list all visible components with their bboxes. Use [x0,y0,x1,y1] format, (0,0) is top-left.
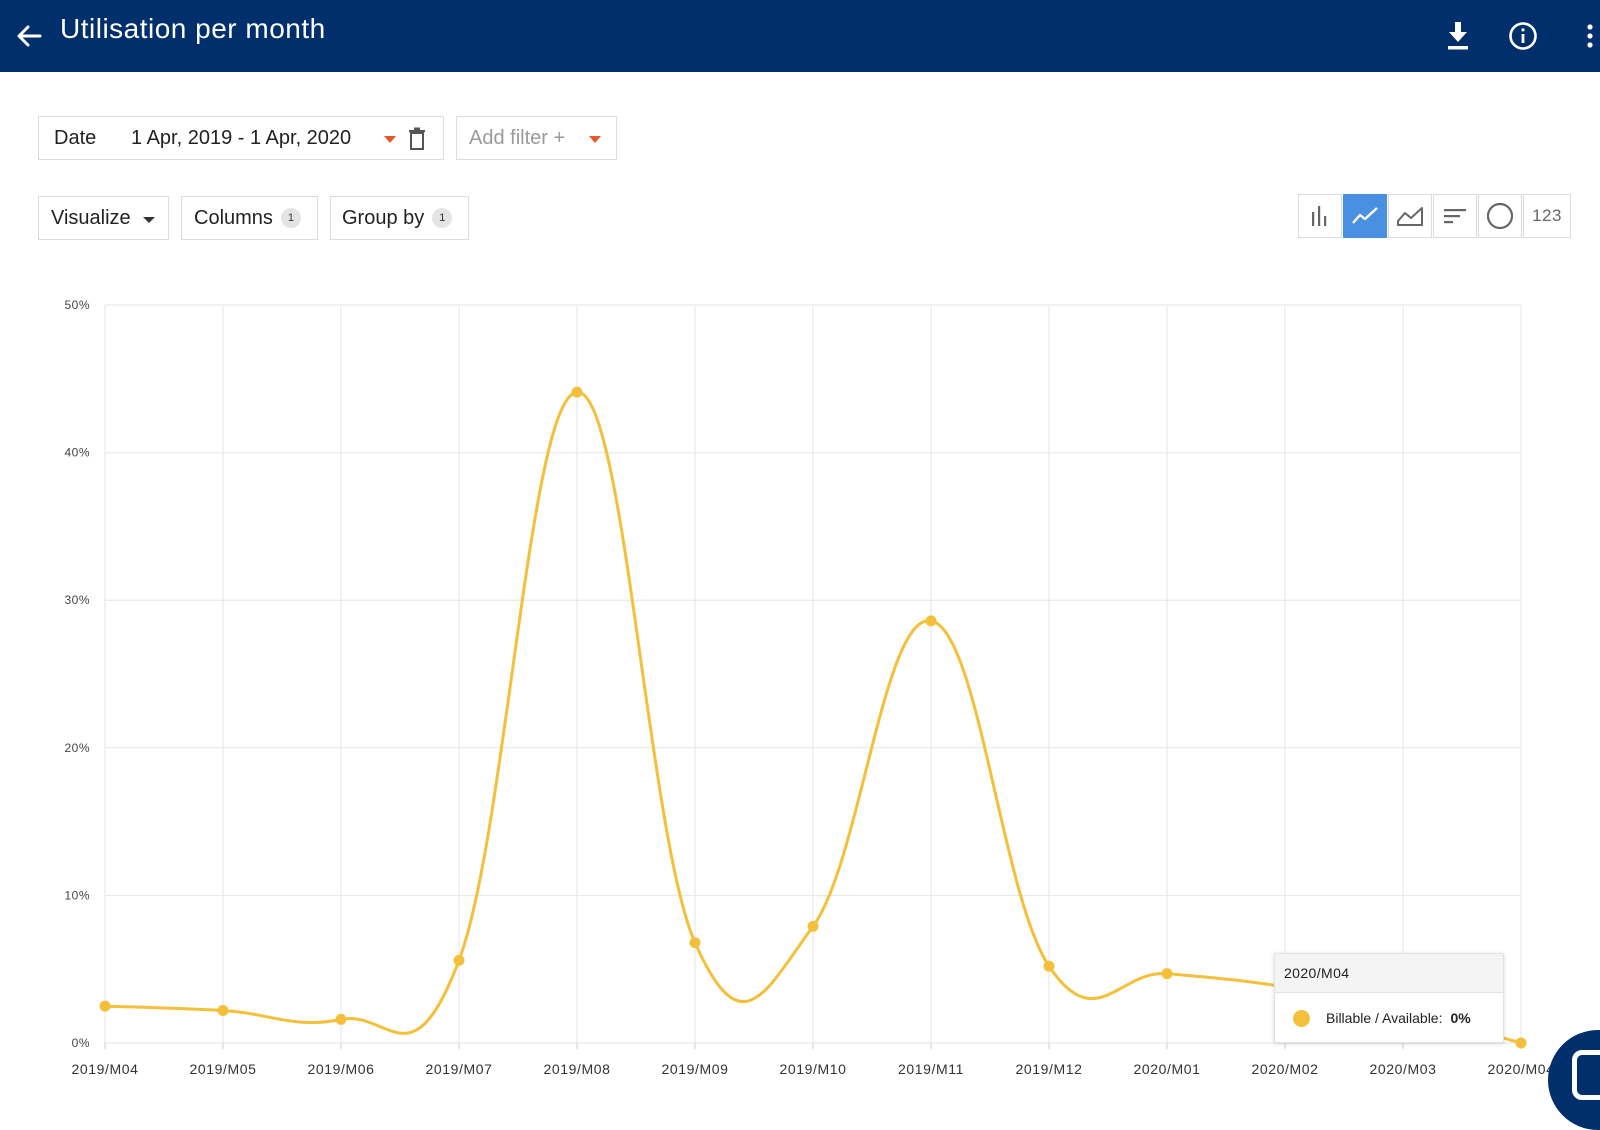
group-by-count-badge: 1 [432,208,453,228]
date-filter-label: Date [54,126,97,149]
tooltip-series-label: Billable / Available: [1326,1010,1443,1026]
y-tick-label: 40% [64,446,90,460]
data-point-2019-m12[interactable] [1043,960,1055,972]
data-point-2019-m06[interactable] [335,1013,347,1025]
x-tick-label: 2019/M06 [307,1061,374,1077]
y-tick-label: 30% [64,593,90,607]
trash-icon [409,127,425,150]
x-tick-label: 2020/M02 [1251,1061,1318,1077]
chat-icon [1572,1050,1600,1100]
horizontal-bar-view-button[interactable] [1433,194,1477,238]
data-point-2019-m05[interactable] [217,1005,229,1017]
data-point-2019-m09[interactable] [689,937,701,949]
data-point-2020-m01[interactable] [1161,968,1173,980]
add-filter-caret-icon [589,136,601,143]
area-chart-view-button[interactable] [1388,194,1432,238]
pie-chart-view-button[interactable] [1478,194,1522,238]
back-arrow-icon [17,25,42,47]
y-tick-label: 20% [64,741,90,755]
data-point-2020-m04[interactable] [1515,1037,1527,1049]
x-tick-label: 2019/M08 [543,1061,610,1077]
chart-grid [104,304,1522,1049]
add-filter-label: Add filter + [469,126,566,149]
chart-tooltip: 2020/M04 Billable / Available: 0% [1274,953,1504,1043]
back-button[interactable] [10,16,50,56]
x-tick-label: 2020/M03 [1369,1061,1436,1077]
x-tick-label: 2019/M10 [779,1061,846,1077]
bar-chart-icon [1312,206,1327,226]
data-point-2019-m08[interactable] [571,386,583,398]
x-tick-label: 2019/M09 [661,1061,728,1077]
tooltip-series-value: 0% [1450,1010,1471,1026]
x-tick-label: 2019/M11 [898,1061,964,1077]
data-point-2019-m07[interactable] [453,954,465,966]
group-by-button[interactable]: Group by 1 [330,196,469,240]
x-tick-label: 2019/M12 [1015,1061,1082,1077]
x-tick-label: 2019/M07 [425,1061,492,1077]
visualize-label: Visualize [51,206,131,229]
x-tick-label: 2020/M01 [1133,1061,1200,1077]
date-range-value: 1 Apr, 2019 - 1 Apr, 2020 [131,126,352,149]
page-title: Utilisation per month [60,13,326,44]
bar-chart-view-button[interactable] [1298,194,1342,238]
columns-button[interactable]: Columns 1 [181,196,318,240]
x-tick-label: 2019/M05 [189,1061,256,1077]
visualize-caret-icon [143,217,155,223]
info-button[interactable] [1503,16,1543,56]
y-tick-label: 0% [72,1036,90,1050]
horizontal-bar-icon [1444,209,1466,224]
y-tick-label: 10% [64,888,90,902]
y-axis-ticks: 0% 10% 20% 30% 40% 50% [64,298,90,1050]
date-dropdown-caret-icon[interactable] [384,136,396,143]
tooltip-title: 2020/M04 [1275,954,1503,993]
y-tick-label: 50% [64,298,90,312]
tooltip-series-marker [1293,1009,1310,1027]
download-button[interactable] [1438,16,1478,56]
group-by-label: Group by [342,206,425,229]
columns-count-badge: 1 [280,208,301,228]
x-axis-ticks: 2019/M04 2019/M05 2019/M06 2019/M07 2019/M08… [71,1061,1554,1077]
line-chart-icon [1352,207,1378,224]
data-point-2019-m10[interactable] [807,920,819,932]
line-chart-view-button[interactable] [1343,194,1387,238]
x-tick-label: 2019/M04 [71,1061,138,1077]
number-view-button[interactable]: 123 [1523,194,1571,238]
info-icon [1509,22,1537,50]
more-vert-icon [1587,24,1593,48]
download-icon [1448,22,1468,50]
area-chart-icon [1397,207,1423,226]
data-point-2019-m04[interactable] [99,1000,111,1012]
more-options-button[interactable] [1568,16,1598,56]
pie-chart-icon [1486,202,1514,230]
data-point-2019-m11[interactable] [925,615,937,627]
date-filter[interactable]: Date 1 Apr, 2019 - 1 Apr, 2020 [38,116,444,160]
x-tick-label: 2020/M04 [1487,1061,1554,1077]
top-app-bar: Utilisation per month [0,0,1600,72]
add-filter-button[interactable]: Add filter + [456,116,617,160]
visualize-dropdown[interactable]: Visualize [38,196,169,240]
columns-label: Columns [194,206,273,229]
delete-filter-button[interactable] [407,127,427,157]
